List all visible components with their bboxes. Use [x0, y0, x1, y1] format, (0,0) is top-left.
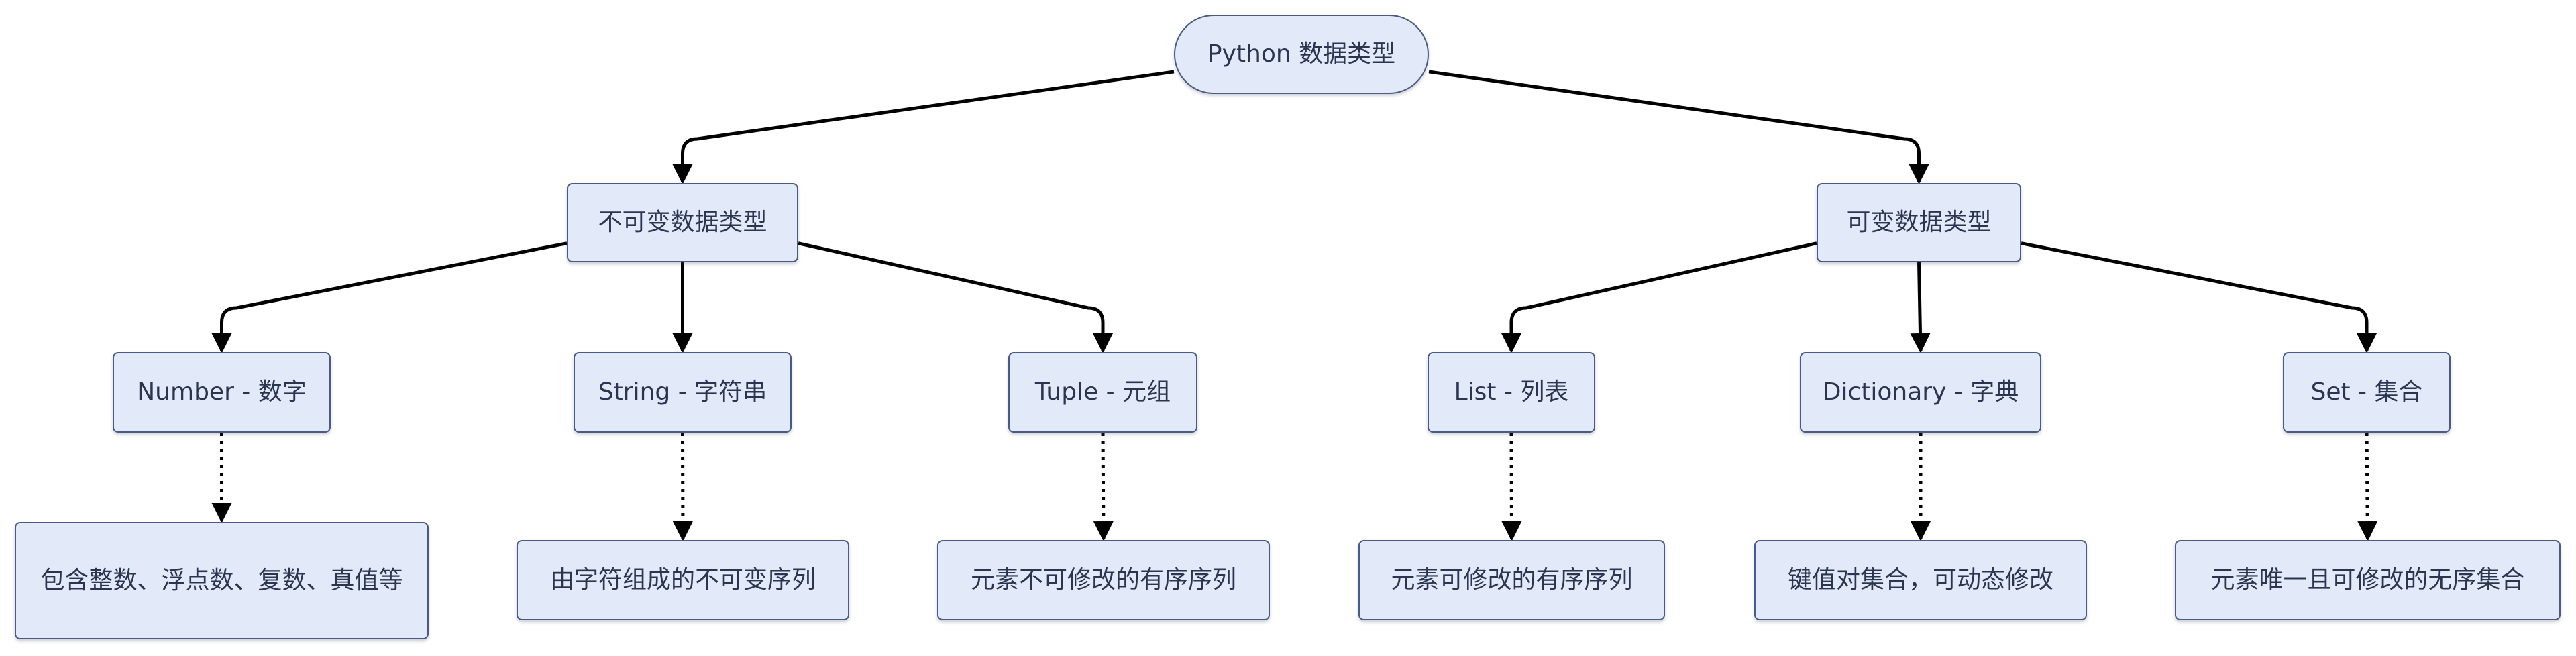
edge-mutable-to-dictionary	[1910, 262, 1931, 353]
dictionary-description-node: 键值对集合，可动态修改	[1754, 540, 2087, 620]
string-node: String - 字符串	[574, 352, 792, 433]
edge-list-to-list_desc	[1501, 432, 1522, 541]
root-node: Python 数据类型	[1174, 15, 1429, 94]
number-description-node: 包含整数、浮点数、复数、真值等	[15, 522, 429, 639]
edge-root-to-immutable	[672, 70, 1175, 184]
mutable-types-node: 可变数据类型	[1817, 183, 2021, 262]
set-description-node: 元素唯一且可修改的无序集合	[2175, 540, 2561, 620]
edge-immutable-to-tuple	[798, 241, 1113, 353]
edge-string-to-string_desc	[672, 432, 693, 541]
dictionary-node: Dictionary - 字典	[1800, 352, 2041, 433]
edge-root-to-mutable	[1428, 70, 1929, 184]
list-node: List - 列表	[1428, 352, 1595, 433]
edge-mutable-to-list	[1501, 241, 1817, 353]
number-node: Number - 数字	[113, 352, 331, 433]
edge-set-to-set_desc	[2357, 432, 2378, 541]
edge-immutable-to-number	[211, 241, 568, 353]
set-node: Set - 集合	[2283, 352, 2451, 433]
python-data-types-diagram: Python 数据类型 不可变数据类型 可变数据类型 Number - 数字 S…	[0, 0, 2576, 656]
tuple-node: Tuple - 元组	[1008, 352, 1197, 433]
list-description-node: 元素可修改的有序序列	[1358, 540, 1665, 620]
immutable-types-node: 不可变数据类型	[567, 183, 798, 262]
edge-tuple-to-tuple_desc	[1093, 432, 1114, 541]
edge-mutable-to-set	[2021, 241, 2377, 353]
tuple-description-node: 元素不可修改的有序序列	[937, 540, 1270, 620]
string-description-node: 由字符组成的不可变序列	[517, 540, 849, 620]
